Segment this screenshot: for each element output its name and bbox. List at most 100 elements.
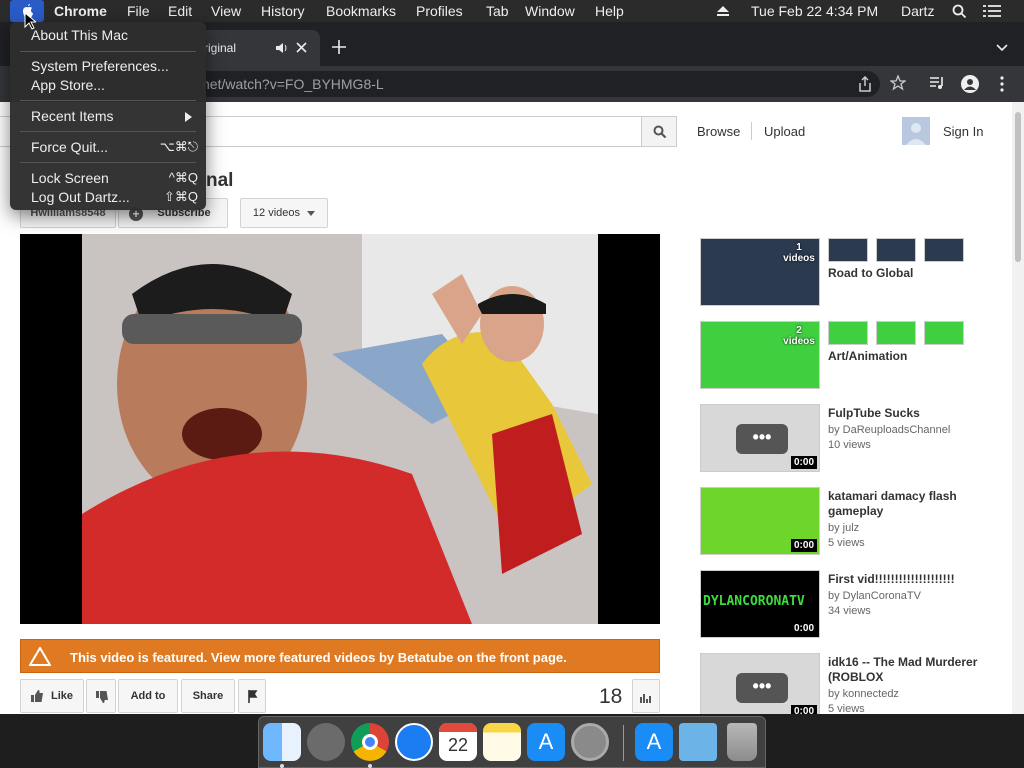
video-title-link[interactable]: katamari damacy flash gameplay: [828, 489, 988, 519]
tab-search-chevron-icon[interactable]: [996, 44, 1008, 52]
finder-icon[interactable]: [263, 723, 301, 761]
spotlight-search-icon[interactable]: [952, 4, 967, 19]
url-text: net/watch?v=FO_BYHMG8-L: [202, 76, 384, 92]
share-label: Share: [192, 690, 224, 702]
more-icon: •••: [736, 424, 788, 454]
video-thumbnail[interactable]: DYLANCORONATV 0:00: [700, 570, 820, 638]
list-item[interactable]: 2 videos Art/Animation: [700, 321, 1000, 391]
uploader[interactable]: by konnectedz: [828, 688, 899, 700]
menu-item-lock-screen[interactable]: Lock Screen: [31, 170, 109, 186]
like-label: Like: [50, 690, 73, 702]
notes-icon[interactable]: [483, 723, 521, 761]
duration: 0:00: [790, 456, 817, 469]
playlist-title[interactable]: Road to Global: [828, 266, 988, 281]
list-item[interactable]: ••• 0:00 FulpTube Sucks by DaReuploadsCh…: [700, 404, 1000, 474]
address-bar[interactable]: net/watch?v=FO_BYHMG8-L: [160, 71, 880, 97]
menu-separator: [20, 162, 196, 163]
chrome-icon[interactable]: [351, 723, 389, 761]
video-title-link[interactable]: First vid!!!!!!!!!!!!!!!!!!!!: [828, 572, 988, 587]
thumbs-up-icon: [31, 690, 43, 702]
mini-thumbnail: [876, 238, 916, 262]
profile-avatar[interactable]: [961, 75, 979, 93]
new-tab-icon[interactable]: [332, 40, 346, 54]
user-avatar[interactable]: [902, 117, 930, 145]
share-icon[interactable]: [858, 76, 872, 92]
kebab-menu-icon[interactable]: [1000, 76, 1004, 92]
system-preferences-icon[interactable]: [571, 723, 609, 761]
safari-icon[interactable]: [395, 723, 433, 761]
stats-button[interactable]: [632, 679, 660, 713]
app-menu-chrome[interactable]: Chrome: [54, 3, 107, 19]
calendar-icon[interactable]: 22: [439, 723, 477, 761]
bookmark-star-icon[interactable]: [890, 75, 906, 91]
app-store-icon[interactable]: A: [635, 723, 673, 761]
close-tab-icon[interactable]: [296, 42, 307, 53]
downloads-folder-icon[interactable]: [679, 723, 717, 761]
list-item[interactable]: 1 videos Road to Global: [700, 238, 1000, 308]
views: 5 views: [828, 703, 865, 714]
site-search-button[interactable]: [641, 116, 677, 147]
videos-dropdown[interactable]: 12 videos: [240, 198, 328, 228]
dock: 22 A A: [258, 716, 766, 768]
dislike-button[interactable]: [86, 679, 116, 713]
trash-icon[interactable]: [727, 723, 757, 761]
browser-tab[interactable]: riginal: [196, 30, 320, 66]
nav-browse[interactable]: Browse: [697, 124, 740, 139]
nav-upload[interactable]: Upload: [764, 124, 805, 139]
user-name[interactable]: Dartz: [901, 3, 934, 19]
mouse-cursor-icon: [24, 12, 36, 30]
menu-item-about[interactable]: About This Mac: [31, 27, 128, 43]
video-title: nal: [206, 170, 234, 191]
menu-file[interactable]: File: [127, 3, 150, 19]
menu-item-app-store[interactable]: App Store...: [31, 77, 105, 93]
featured-banner: This video is featured. View more featur…: [20, 639, 660, 673]
playlist-title[interactable]: Art/Animation: [828, 349, 988, 364]
video-thumbnail[interactable]: 0:00: [700, 487, 820, 555]
menu-tab[interactable]: Tab: [486, 3, 509, 19]
shortcut-lock-screen: ^⌘Q: [168, 170, 198, 185]
menu-edit[interactable]: Edit: [168, 3, 192, 19]
menu-profiles[interactable]: Profiles: [416, 3, 463, 19]
shortcut-log-out: ⇧⌘Q: [163, 189, 198, 204]
list-item[interactable]: ••• 0:00 idk16 -- The Mad Murderer (ROBL…: [700, 653, 1000, 714]
uploader[interactable]: by DylanCoronaTV: [828, 590, 921, 602]
menu-help[interactable]: Help: [595, 3, 624, 19]
menu-history[interactable]: History: [261, 3, 305, 19]
submenu-arrow-icon: [185, 112, 192, 122]
control-center-icon[interactable]: [983, 5, 1001, 17]
video-thumbnail[interactable]: ••• 0:00: [700, 653, 820, 714]
list-item[interactable]: 0:00 katamari damacy flash gameplay by j…: [700, 487, 1000, 557]
speaker-icon[interactable]: [274, 41, 288, 55]
video-title-link[interactable]: idk16 -- The Mad Murderer (ROBLOX: [828, 655, 988, 685]
more-icon: •••: [736, 673, 788, 703]
menu-item-log-out[interactable]: Log Out Dartz...: [31, 189, 130, 205]
menu-separator: [20, 131, 196, 132]
add-to-button[interactable]: Add to: [118, 679, 178, 713]
sign-in-link[interactable]: Sign In: [943, 124, 983, 139]
menu-item-force-quit[interactable]: Force Quit...: [31, 139, 108, 155]
uploader[interactable]: by DaReuploadsChannel: [828, 424, 950, 436]
like-button[interactable]: Like: [20, 679, 84, 713]
page-scrollbar[interactable]: [1012, 102, 1024, 714]
list-item[interactable]: DYLANCORONATV 0:00 First vid!!!!!!!!!!!!…: [700, 570, 1000, 640]
video-player[interactable]: [20, 234, 660, 624]
video-title-link[interactable]: FulpTube Sucks: [828, 406, 988, 421]
menu-bookmarks[interactable]: Bookmarks: [326, 3, 396, 19]
share-button[interactable]: Share: [181, 679, 235, 713]
tab-title: riginal: [204, 41, 237, 55]
media-controls-icon[interactable]: [929, 76, 945, 90]
eject-icon[interactable]: [716, 5, 730, 17]
scrollbar-thumb[interactable]: [1015, 112, 1021, 262]
launchpad-icon[interactable]: [307, 723, 345, 761]
featured-text[interactable]: This video is featured. View more featur…: [70, 650, 567, 665]
menu-window[interactable]: Window: [525, 3, 575, 19]
video-thumbnail[interactable]: ••• 0:00: [700, 404, 820, 472]
clock[interactable]: Tue Feb 22 4:34 PM: [751, 3, 878, 19]
warning-icon: [29, 647, 51, 666]
menu-item-recent-items[interactable]: Recent Items: [31, 108, 113, 124]
menu-item-system-preferences[interactable]: System Preferences...: [31, 58, 169, 74]
menu-view[interactable]: View: [211, 3, 241, 19]
flag-button[interactable]: [238, 679, 266, 713]
app-store-icon[interactable]: A: [527, 723, 565, 761]
uploader[interactable]: by julz: [828, 522, 859, 534]
